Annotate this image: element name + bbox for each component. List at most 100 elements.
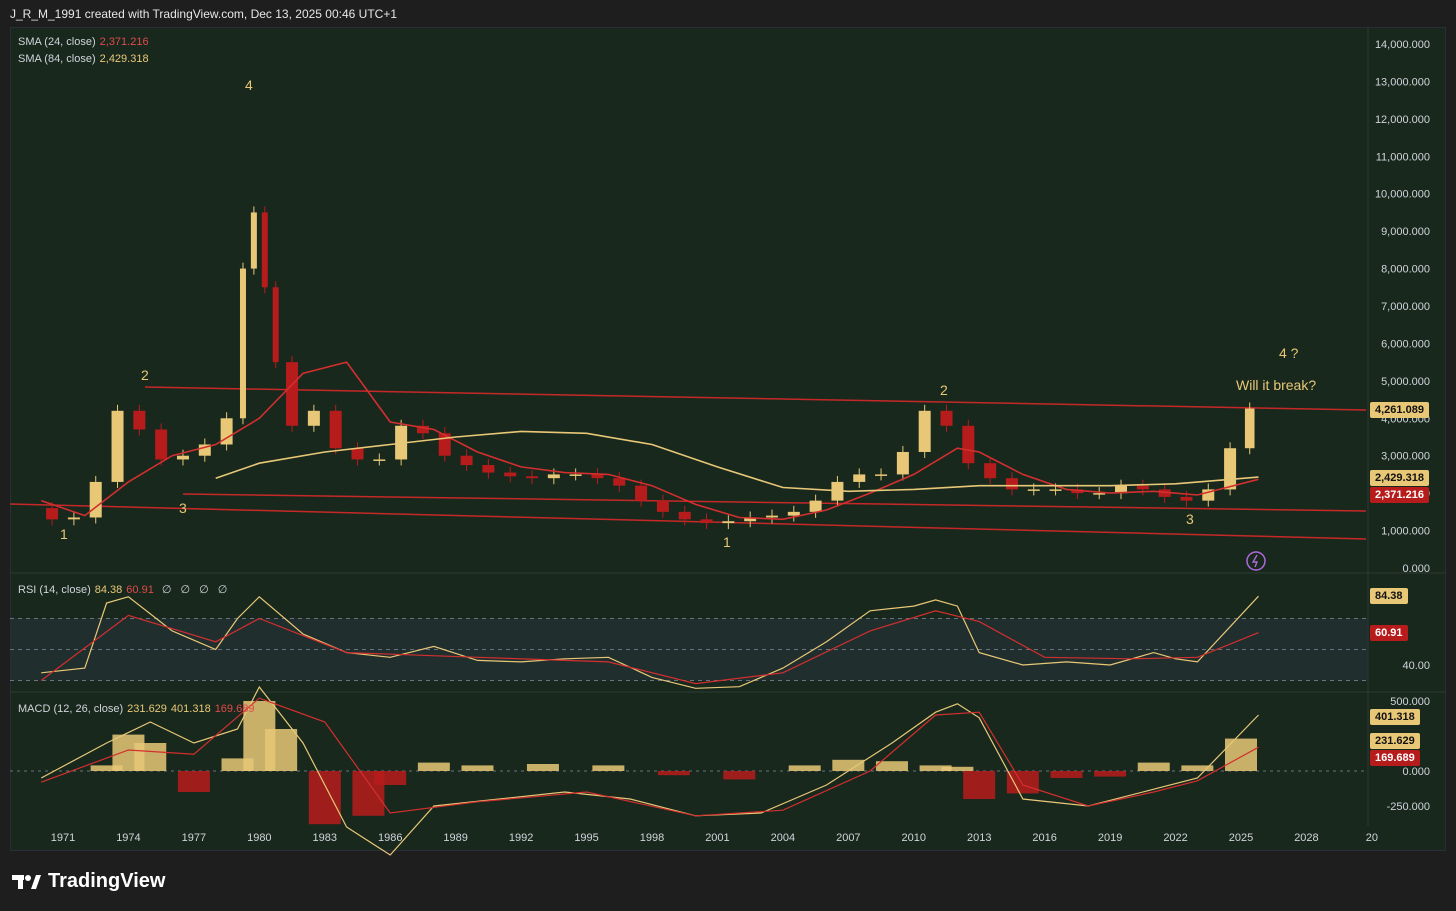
y-tick-label: 9,000.000: [1381, 226, 1430, 238]
x-tick-label: 2016: [1032, 832, 1056, 844]
rsi-legend-value: 84.38: [94, 584, 123, 596]
macd-histogram-bar: [941, 766, 974, 771]
x-tick-label: 1998: [640, 832, 664, 844]
macd-histogram-bar: [1006, 771, 1039, 794]
candle: [329, 410, 342, 449]
macd-legend-hist-value: 169.689: [214, 703, 255, 715]
candle: [918, 410, 931, 452]
candle: [373, 459, 386, 461]
x-tick-label: 2004: [771, 832, 795, 844]
macd-histogram-bar: [592, 765, 625, 771]
channel-trendline: [9, 503, 1367, 540]
candle: [482, 465, 495, 473]
candle: [307, 410, 320, 426]
x-tick-label: 2025: [1229, 832, 1253, 844]
macd-histogram-bar: [657, 771, 690, 776]
candle: [547, 474, 560, 479]
candle: [286, 362, 299, 426]
rsi-legend[interactable]: RSI (14, close) 84.38 60.91 ∅ ∅ ∅ ∅: [18, 583, 230, 596]
candle: [635, 485, 648, 501]
y-tick-label: 14,000.000: [1375, 39, 1430, 51]
candle: [1244, 408, 1255, 449]
macd-histogram-bar: [1094, 771, 1127, 777]
x-tick-label: 20: [1366, 832, 1378, 844]
x-tick-label: 1989: [443, 832, 467, 844]
macd-badge: 231.629: [1370, 733, 1420, 749]
candle: [984, 463, 997, 479]
macd-histogram-bar: [417, 762, 450, 771]
candle: [940, 410, 953, 426]
sma24-badge: 2,371.216: [1370, 487, 1429, 503]
candle: [962, 425, 975, 464]
candle: [656, 500, 669, 512]
candle: [351, 448, 364, 460]
wave-label-3b: 3: [1186, 511, 1194, 527]
candle: [46, 508, 59, 520]
x-tick-label: 1992: [509, 832, 533, 844]
channel-trendline: [182, 493, 1367, 512]
tradingview-logo[interactable]: TradingView: [12, 870, 165, 893]
rsi-legend-extra: ∅ ∅ ∅ ∅: [161, 584, 231, 596]
wave-label-4b: 4 ?: [1279, 345, 1299, 361]
y-tick-label: 0.000: [1402, 563, 1430, 575]
x-tick-label: 2022: [1163, 832, 1187, 844]
macd-histogram-bar: [1050, 771, 1083, 778]
candle: [569, 474, 582, 476]
candle: [1049, 489, 1062, 491]
sma24-legend[interactable]: SMA (24, close) 2,371.216: [18, 36, 149, 48]
y-tick-label: 11,000.000: [1376, 151, 1430, 163]
candle: [155, 429, 168, 460]
macd-legend[interactable]: MACD (12, 26, close) 231.629 401.318 169.68…: [18, 703, 254, 715]
candle: [1027, 489, 1040, 491]
sma24-legend-value: 2,371.216: [99, 36, 149, 48]
alert-icon-bolt: [1251, 554, 1259, 568]
macd-histogram-bar: [134, 743, 167, 771]
y-tick-label: 3,000.000: [1381, 451, 1430, 463]
candle: [591, 474, 604, 479]
sma84-legend[interactable]: SMA (84, close) 2,429.318: [18, 53, 149, 65]
candle: [67, 517, 80, 520]
candle: [1136, 485, 1149, 490]
x-tick-label: 1971: [51, 832, 75, 844]
candle: [239, 268, 246, 419]
rsi-legend-sma-value: 60.91: [126, 584, 154, 596]
wave-label-1b: 1: [723, 534, 731, 550]
y-tick-label: 6,000.000: [1381, 338, 1430, 350]
y-tick-label: 7,000.000: [1381, 301, 1430, 313]
channel-trendline: [144, 386, 1367, 411]
y-tick-label: 13,000.000: [1375, 76, 1430, 88]
y-tick-label: 8,000.000: [1381, 264, 1430, 276]
x-tick-label: 2013: [967, 832, 991, 844]
x-tick-label: 2007: [836, 832, 860, 844]
macd-histogram-bar: [265, 729, 298, 771]
candle: [1093, 493, 1106, 495]
wave-label-2a: 2: [141, 367, 149, 383]
macd-histogram-bar: [1137, 762, 1170, 771]
macd-legend-label: MACD (12, 26, close): [18, 703, 124, 715]
candle: [875, 474, 888, 476]
macd-tick-label: -250.000: [1387, 801, 1430, 813]
macd-tick-label: 0.000: [1402, 766, 1430, 778]
sma84-legend-label: SMA (84, close): [18, 53, 96, 65]
sma84-badge: 2,429.318: [1370, 470, 1429, 486]
rsi-badge: 84.38: [1370, 588, 1408, 604]
candle: [853, 474, 866, 482]
candle: [700, 519, 713, 524]
candle: [722, 521, 735, 524]
candle: [809, 500, 822, 512]
macd-tick-label: 500.000: [1390, 696, 1430, 708]
macd-histogram-bar: [723, 771, 756, 780]
candle: [1224, 448, 1237, 490]
x-tick-label: 2001: [705, 832, 729, 844]
macd-hist-badge: 169.689: [1370, 750, 1420, 766]
candle: [272, 287, 279, 363]
candle: [787, 511, 800, 516]
tradingview-logo-icon: [12, 874, 41, 889]
x-tick-label: 1977: [182, 832, 206, 844]
candle: [133, 410, 146, 430]
chart-canvas[interactable]: 14,000.00013,000.00012,000.00011,000.000…: [0, 0, 1456, 911]
sma84-legend-value: 2,429.318: [99, 53, 149, 65]
rsi-legend-label: RSI (14, close): [18, 584, 91, 596]
macd-histogram-bar: [374, 771, 407, 785]
wave-label-4a: 4: [245, 77, 253, 93]
